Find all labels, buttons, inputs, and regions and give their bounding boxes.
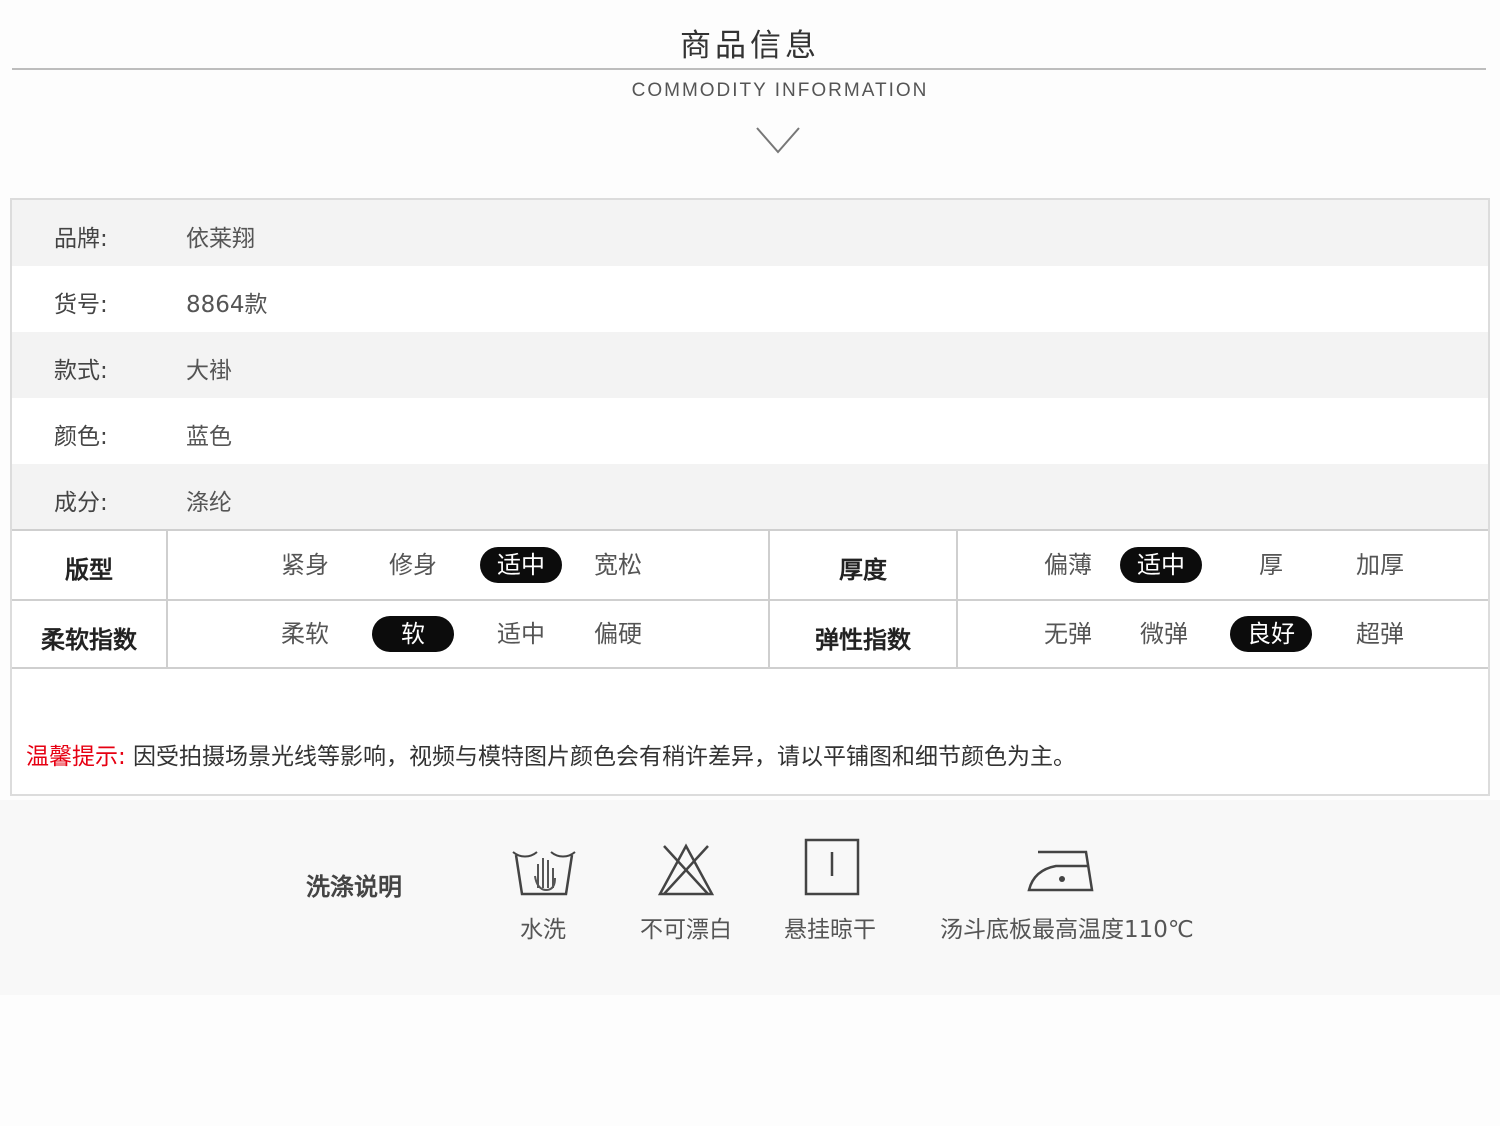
tip-text: 因受拍摄场景光线等影响，视频与模特图片颜色会有稍许差异，请以平铺图和细节颜色为主…	[125, 744, 1077, 770]
wash-label-no-bleach: 不可漂白	[640, 917, 732, 943]
attr-value: 依莱翔	[186, 226, 255, 252]
thickness-option: 加厚	[1356, 551, 1404, 579]
softness-option: 柔软	[281, 620, 329, 648]
fit-option: 紧身	[281, 551, 329, 579]
wash-label-iron: 汤斗底板最高温度110℃	[940, 917, 1194, 943]
thickness-label: 厚度	[839, 556, 887, 584]
softness-option: 偏硬	[594, 620, 642, 648]
attr-value: 大褂	[186, 358, 232, 384]
fit-label: 版型	[65, 556, 113, 584]
chevron-down-icon	[756, 127, 800, 154]
attr-label: 货号:	[54, 292, 108, 318]
attr-label: 品牌:	[54, 226, 108, 252]
thickness-option: 厚	[1259, 551, 1283, 579]
softness-option: 适中	[497, 620, 545, 648]
wash-label-hang-dry: 悬挂晾干	[784, 917, 876, 943]
thickness-option-selected: 适中	[1120, 547, 1202, 583]
elasticity-option: 超弹	[1356, 620, 1404, 648]
elasticity-option: 无弹	[1044, 620, 1092, 648]
product-info-panel: 品牌: 依莱翔 货号: 8864款 款式: 大褂 颜色: 蓝色 成分: 涤纶 版…	[10, 198, 1490, 796]
thickness-option: 偏薄	[1044, 551, 1092, 579]
no-bleach-icon	[657, 843, 715, 896]
hand-wash-icon	[512, 851, 576, 896]
wash-title: 洗涤说明	[306, 873, 402, 901]
attr-label: 颜色:	[54, 424, 108, 450]
elasticity-option-selected: 良好	[1230, 616, 1312, 652]
fit-option: 修身	[389, 551, 437, 579]
wash-label-hand-wash: 水洗	[520, 917, 566, 943]
wash-instructions	[0, 800, 1500, 995]
header: 商品信息 COMMODITY INFORMATION	[0, 0, 1500, 190]
softness-option-selected: 软	[372, 616, 454, 652]
tip-note: 温馨提示: 因受拍摄场景光线等影响，视频与模特图片颜色会有稍许差异，请以平铺图和…	[26, 737, 1076, 771]
attr-label: 款式:	[54, 358, 108, 384]
attr-value: 8864款	[186, 292, 268, 318]
title-divider	[12, 68, 1486, 70]
iron-icon	[1027, 850, 1094, 892]
attr-row-color: 颜色: 蓝色	[12, 398, 1488, 464]
attr-row-material: 成分: 涤纶	[12, 464, 1488, 529]
elasticity-label: 弹性指数	[815, 626, 911, 654]
tip-prefix: 温馨提示:	[26, 744, 126, 770]
fit-option-selected: 适中	[480, 547, 562, 583]
page-subtitle: COMMODITY INFORMATION	[631, 80, 929, 101]
page-title: 商品信息	[680, 28, 820, 64]
attr-row-item-number: 货号: 8864款	[12, 266, 1488, 332]
softness-label: 柔软指数	[41, 626, 137, 654]
attr-value: 涤纶	[186, 490, 232, 516]
elasticity-option: 微弹	[1140, 620, 1188, 648]
attr-label: 成分:	[54, 490, 108, 516]
fit-option: 宽松	[594, 551, 642, 579]
attr-row-brand: 品牌: 依莱翔	[12, 200, 1488, 266]
index-grid: 版型 紧身 修身 适中 宽松 厚度 偏薄 适中 厚 加厚 柔软指数 柔软 软 适…	[12, 529, 1488, 669]
attr-value: 蓝色	[186, 424, 232, 450]
attr-row-style: 款式: 大褂	[12, 332, 1488, 398]
hang-dry-icon	[804, 838, 860, 896]
